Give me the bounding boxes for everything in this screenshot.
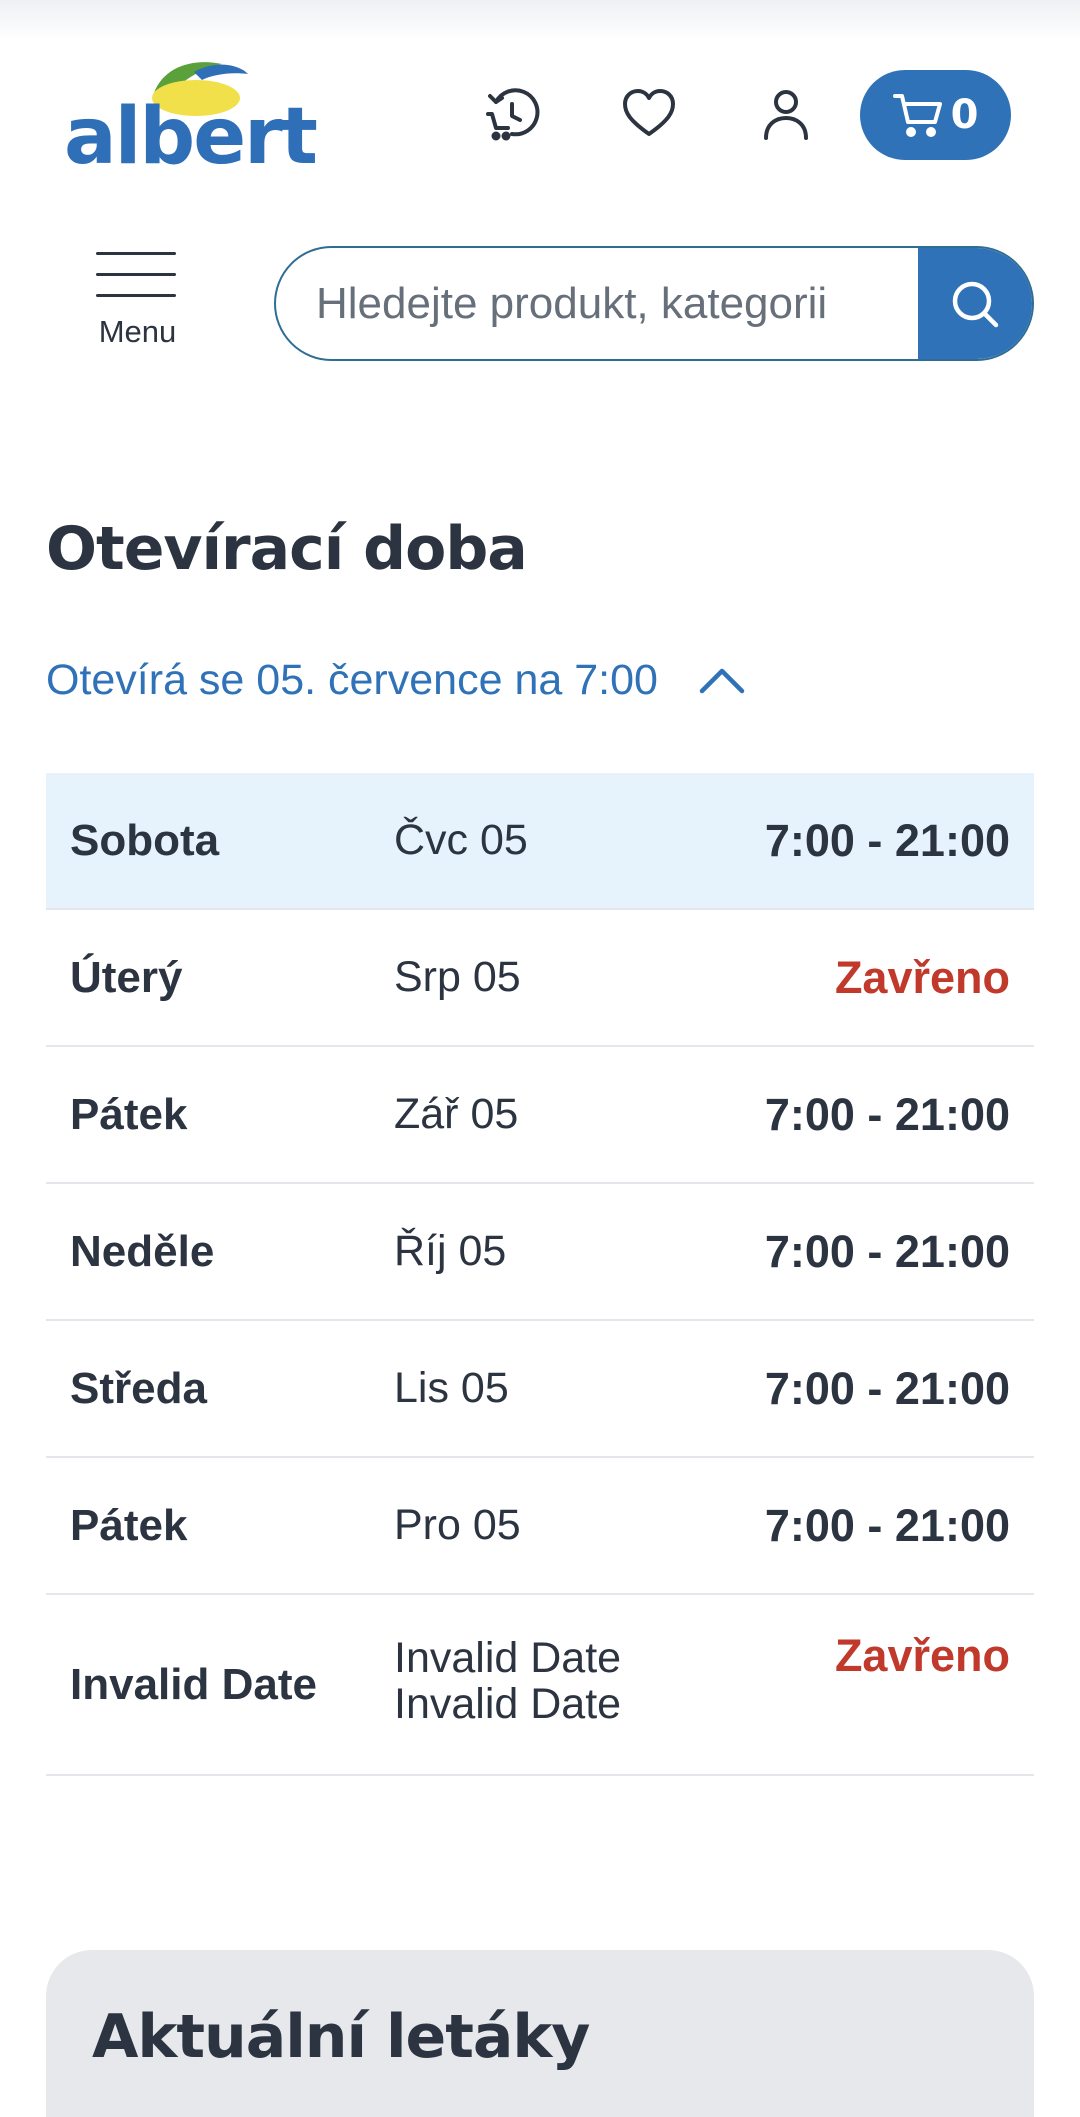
hours-time: 7:00 - 21:00: [764, 1363, 1010, 1414]
hours-day: Invalid Date: [70, 1660, 317, 1709]
hours-time-closed: Zavřeno: [834, 1630, 1010, 1681]
opening-hours-title: Otevírací doba: [46, 514, 528, 584]
hours-row-today: Sobota Čvc 05 7:00 - 21:00: [46, 773, 1034, 910]
hours-date: Lis 05: [394, 1364, 509, 1412]
hours-time-closed: Zavřeno: [834, 952, 1010, 1003]
account-button[interactable]: [756, 84, 816, 144]
hours-row: Středa Lis 05 7:00 - 21:00: [46, 1321, 1034, 1458]
hamburger-icon: [96, 252, 176, 315]
hours-day: Pátek: [70, 1090, 188, 1139]
hours-date: Pro 05: [394, 1501, 521, 1549]
search-icon: [952, 281, 999, 327]
reorder-button[interactable]: [482, 84, 542, 144]
albert-logo[interactable]: albert: [64, 58, 318, 178]
hours-date: Invalid Date Invalid Date: [394, 1634, 622, 1728]
search-input[interactable]: [316, 248, 876, 359]
hours-row: Invalid Date Invalid Date Invalid Date Z…: [46, 1595, 1034, 1776]
hours-date: Zář 05: [394, 1090, 519, 1138]
hours-row: Pátek Zář 05 7:00 - 21:00: [46, 1047, 1034, 1184]
cart-count: 0: [950, 92, 979, 138]
favorites-button[interactable]: [619, 84, 679, 144]
history-cart-icon: [486, 88, 540, 141]
hours-day: Úterý: [70, 953, 183, 1002]
hours-date: Srp 05: [394, 953, 521, 1001]
hours-day: Pátek: [70, 1501, 188, 1550]
hours-row: Úterý Srp 05 Zavřeno: [46, 910, 1034, 1047]
user-icon: [764, 90, 808, 140]
flyers-section: Aktuální letáky: [46, 1950, 1034, 2117]
flyers-title: Aktuální letáky: [92, 2002, 590, 2072]
hours-day: Neděle: [70, 1227, 215, 1276]
menu-label: Menu: [98, 314, 177, 349]
opening-status-toggle[interactable]: Otevírá se 05. července na 7:00: [46, 650, 746, 710]
hours-row: Pátek Pro 05 7:00 - 21:00: [46, 1458, 1034, 1595]
hours-time: 7:00 - 21:00: [764, 1226, 1010, 1277]
hours-day: Středa: [70, 1364, 207, 1413]
opening-hours-table: Sobota Čvc 05 7:00 - 21:00 Úterý Srp 05 …: [46, 773, 1034, 1776]
hours-time: 7:00 - 21:00: [764, 1500, 1010, 1551]
opening-status-text: Otevírá se 05. července na 7:00: [46, 655, 658, 704]
chevron-up-icon: [699, 668, 745, 694]
heart-icon: [623, 89, 675, 136]
hours-day: Sobota: [70, 816, 220, 865]
page: albert 0 Menu Hledejte produkt, kategori…: [0, 0, 1080, 2117]
hours-time: 7:00 - 21:00: [764, 815, 1010, 866]
search-button[interactable]: [918, 248, 1032, 359]
logo-text: albert: [64, 92, 318, 182]
cart-button[interactable]: 0: [860, 70, 1011, 160]
hours-time: 7:00 - 21:00: [764, 1089, 1010, 1140]
menu-button[interactable]: Menu: [80, 240, 195, 360]
search-bar: [274, 246, 1034, 361]
cart-icon: [892, 94, 942, 137]
hours-date: Čvc 05: [394, 816, 528, 864]
hours-date: Říj 05: [394, 1227, 507, 1275]
hours-row: Neděle Říj 05 7:00 - 21:00: [46, 1184, 1034, 1321]
status-bar-shade: [0, 0, 1080, 40]
